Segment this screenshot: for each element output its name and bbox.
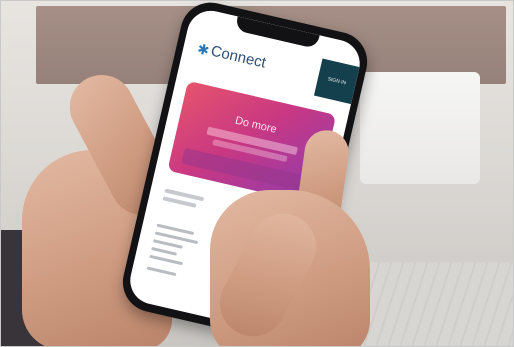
promo-button[interactable] bbox=[181, 147, 310, 193]
logo-text: Connect bbox=[209, 42, 268, 72]
list-item bbox=[149, 254, 184, 266]
app-logo[interactable]: ✱ Connect bbox=[195, 39, 268, 72]
photo-scene: ✱ Connect SIGN IN Do more bbox=[0, 0, 514, 347]
list-item bbox=[151, 246, 178, 256]
sign-in-button[interactable]: SIGN IN bbox=[313, 58, 360, 105]
list-item bbox=[146, 266, 177, 277]
star-icon: ✱ bbox=[195, 39, 211, 59]
monitor-stand bbox=[360, 72, 480, 184]
